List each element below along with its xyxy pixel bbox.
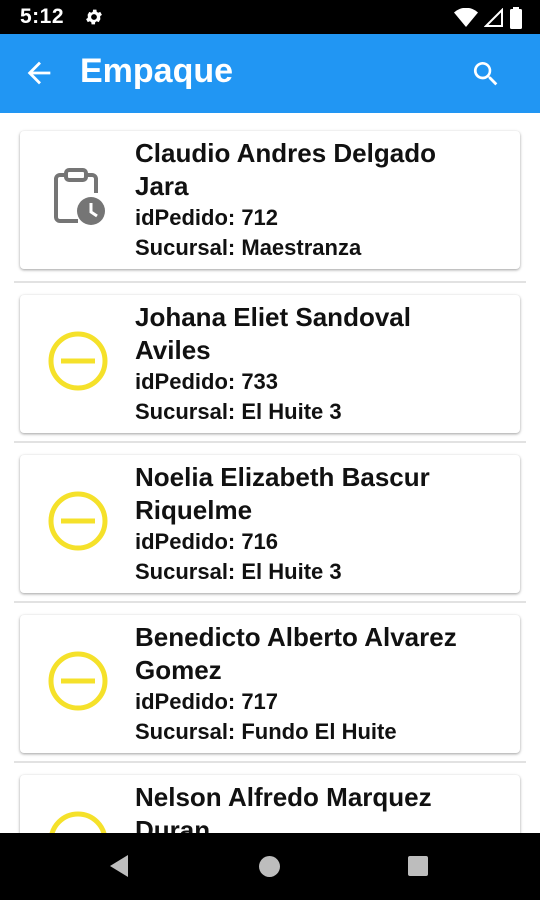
list-item: Johana Eliet Sandoval Aviles idPedido: 7… bbox=[0, 283, 540, 443]
order-info: Benedicto Alberto Alvarez Gomez idPedido… bbox=[135, 621, 510, 747]
customer-name-line-1: Noelia Elizabeth Bascur bbox=[135, 462, 430, 492]
minus-circle-icon bbox=[48, 331, 108, 391]
order-branch: Sucursal: El Huite 3 bbox=[135, 399, 342, 424]
order-id: idPedido: 716 bbox=[135, 529, 279, 554]
minus-circle-icon bbox=[48, 651, 108, 711]
order-card[interactable]: Benedicto Alberto Alvarez Gomez idPedido… bbox=[20, 615, 520, 753]
settings-gear-icon bbox=[86, 9, 102, 25]
back-arrow-icon[interactable] bbox=[22, 56, 56, 90]
customer-name-line-2: Jara bbox=[135, 171, 189, 201]
battery-icon bbox=[510, 7, 522, 29]
order-id: idPedido: 717 bbox=[135, 689, 279, 714]
customer-name-line-1: Nelson Alfredo Marquez bbox=[135, 782, 432, 812]
customer-name-line-2: Duran bbox=[135, 815, 211, 833]
customer-name-line-2: Riquelme bbox=[135, 495, 253, 525]
cellular-signal-icon bbox=[484, 8, 503, 27]
nav-back-icon[interactable] bbox=[108, 853, 130, 879]
order-info: Noelia Elizabeth Bascur Riquelme idPedid… bbox=[135, 461, 510, 587]
order-card[interactable]: Claudio Andres Delgado Jara idPedido: 71… bbox=[20, 131, 520, 269]
customer-name-line-1: Johana Eliet Sandoval bbox=[135, 302, 411, 332]
wifi-icon bbox=[454, 8, 478, 27]
minus-circle-icon bbox=[48, 491, 108, 551]
order-id: idPedido: 712 bbox=[135, 205, 279, 230]
order-info: Claudio Andres Delgado Jara idPedido: 71… bbox=[135, 137, 510, 263]
order-card[interactable]: Nelson Alfredo Marquez Duran bbox=[20, 775, 520, 833]
page-title: Empaque bbox=[80, 52, 234, 90]
customer-name: Johana Eliet Sandoval Aviles bbox=[135, 301, 510, 367]
list-item: Benedicto Alberto Alvarez Gomez idPedido… bbox=[0, 603, 540, 763]
order-branch: Sucursal: Maestranza bbox=[135, 235, 362, 260]
customer-name-line-2: Gomez bbox=[135, 655, 222, 685]
status-time: 5:12 bbox=[20, 5, 65, 28]
status-icons bbox=[454, 7, 522, 29]
order-branch: Sucursal: El Huite 3 bbox=[135, 559, 342, 584]
order-card[interactable]: Noelia Elizabeth Bascur Riquelme idPedid… bbox=[20, 455, 520, 593]
app-bar: Empaque bbox=[0, 34, 540, 113]
customer-name: Claudio Andres Delgado Jara bbox=[135, 137, 510, 203]
customer-name: Nelson Alfredo Marquez Duran bbox=[135, 781, 510, 833]
customer-name-line-1: Benedicto Alberto Alvarez bbox=[135, 622, 457, 652]
list-item: Nelson Alfredo Marquez Duran bbox=[0, 763, 540, 833]
list-item: Noelia Elizabeth Bascur Riquelme idPedid… bbox=[0, 443, 540, 603]
order-card[interactable]: Johana Eliet Sandoval Aviles idPedido: 7… bbox=[20, 295, 520, 433]
minus-circle-icon bbox=[49, 811, 107, 833]
search-icon[interactable] bbox=[470, 58, 502, 90]
customer-name: Noelia Elizabeth Bascur Riquelme bbox=[135, 461, 510, 527]
order-info: Nelson Alfredo Marquez Duran bbox=[135, 781, 510, 833]
order-branch: Sucursal: Fundo El Huite bbox=[135, 719, 397, 744]
clipboard-clock-icon bbox=[54, 168, 105, 225]
order-id: idPedido: 733 bbox=[135, 369, 279, 394]
order-list: Claudio Andres Delgado Jara idPedido: 71… bbox=[0, 113, 540, 833]
system-navigation-bar bbox=[0, 833, 540, 900]
order-info: Johana Eliet Sandoval Aviles idPedido: 7… bbox=[135, 301, 510, 427]
nav-recents-icon[interactable] bbox=[408, 856, 428, 876]
customer-name-line-2: Aviles bbox=[135, 335, 211, 365]
list-item: Claudio Andres Delgado Jara idPedido: 71… bbox=[0, 113, 540, 283]
status-bar: 5:12 bbox=[0, 0, 540, 34]
nav-home-icon[interactable] bbox=[259, 856, 280, 877]
customer-name-line-1: Claudio Andres Delgado bbox=[135, 138, 436, 168]
customer-name: Benedicto Alberto Alvarez Gomez bbox=[135, 621, 510, 687]
